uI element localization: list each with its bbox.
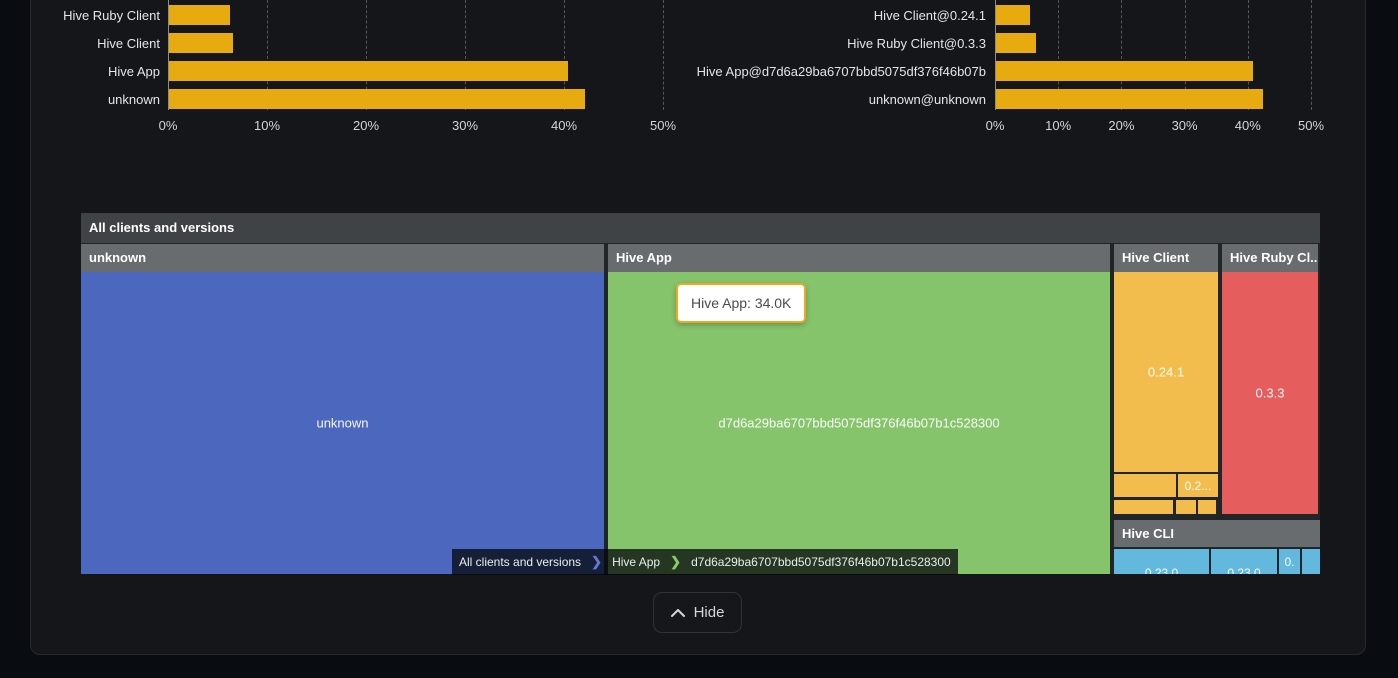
treemap-block-small[interactable] <box>1176 500 1196 514</box>
tooltip-text: Hive App: 34.0K <box>691 295 791 311</box>
breadcrumb-item[interactable]: Hive App <box>605 549 667 575</box>
treemap-block-small[interactable] <box>1302 549 1320 574</box>
treemap-block-0-2-label: 0.2... <box>1178 479 1218 493</box>
treemap-block-0-3-3[interactable]: 0.3.3 <box>1222 272 1318 514</box>
x-axis-tick-label: 40% <box>1235 118 1261 133</box>
category-label: unknown@unknown <box>700 89 986 109</box>
treemap-block-0-23-0[interactable]: 0.23.0 <box>1211 549 1277 574</box>
hide-button-label: Hide <box>694 604 725 621</box>
treemap-block-hive-app-version-label: d7d6a29ba6707bbd5075df376f46b07b1c528300 <box>608 416 1110 431</box>
treemap-section-header-hive-client[interactable]: Hive Client <box>1114 244 1218 272</box>
bar[interactable] <box>996 61 1253 81</box>
x-axis-tick-label: 30% <box>452 118 478 133</box>
treemap-section-header-hive-cli[interactable]: Hive CLI <box>1114 520 1320 547</box>
x-axis-tick-label: 50% <box>650 118 676 133</box>
treemap-block-0-23-0-label: 0.23.0 <box>1114 566 1209 574</box>
x-axis-tick-label: 20% <box>353 118 379 133</box>
treemap-block-unknown[interactable]: unknown <box>81 272 604 574</box>
x-axis-tick-label: 30% <box>1172 118 1198 133</box>
treemap-block-0-3-3-label: 0.3.3 <box>1222 386 1318 401</box>
x-axis-tick-label: 50% <box>1298 118 1324 133</box>
breadcrumb-item[interactable]: d7d6a29ba6707bbd5075df376f46b07b1c528300 <box>684 549 958 575</box>
treemap-block-0-24-1[interactable]: 0.24.1 <box>1114 272 1218 472</box>
category-label: Hive App@d7d6a29ba6707bbd5075df376f46b07… <box>700 61 986 81</box>
treemap-breadcrumb: All clients and versions❯Hive App❯d7d6a2… <box>452 549 958 575</box>
x-axis-tick-label: 20% <box>1108 118 1134 133</box>
treemap-section-header-unknown[interactable]: unknown <box>81 244 604 272</box>
treemap-section-header-hive-app-label: Hive App <box>608 244 1110 272</box>
treemap-section-header-hive-app[interactable]: Hive App <box>608 244 1110 272</box>
treemap-root-header-label: All clients and versions <box>81 213 1320 243</box>
grid-line <box>1311 0 1312 110</box>
treemap-block-small[interactable] <box>1198 500 1216 514</box>
hide-button[interactable]: Hide <box>653 592 742 633</box>
treemap-section-header-unknown-label: unknown <box>81 244 604 272</box>
bar[interactable] <box>169 61 568 81</box>
category-label: Hive Ruby Client@0.3.3 <box>700 33 986 53</box>
treemap-block-0-23-0-label: 0.23.0 <box>1211 566 1277 574</box>
treemap-block-0-2[interactable]: 0.2... <box>1178 474 1218 497</box>
breadcrumb-chevron-icon: ❯ <box>588 549 605 575</box>
category-label: Hive Client <box>36 33 160 53</box>
treemap-section-header-hive-ruby-client-label: Hive Ruby Cl... <box>1222 244 1318 272</box>
treemap-section-header-hive-ruby-client[interactable]: Hive Ruby Cl... <box>1222 244 1318 272</box>
treemap-block-small[interactable] <box>1114 474 1176 497</box>
breadcrumb-item[interactable]: All clients and versions <box>452 549 588 575</box>
treemap-section-header-hive-cli-label: Hive CLI <box>1114 520 1320 547</box>
dashboard-page: All clients and versionsunknownunknownHi… <box>0 0 1398 678</box>
grid-line <box>663 0 664 110</box>
bar[interactable] <box>996 33 1036 53</box>
category-label: Hive Client@0.24.1 <box>700 5 986 25</box>
bar[interactable] <box>169 5 230 25</box>
bar[interactable] <box>169 89 585 109</box>
x-axis-tick-label: 0% <box>986 118 1005 133</box>
category-label: unknown <box>36 89 160 109</box>
treemap-block-small[interactable] <box>1114 500 1173 514</box>
bar[interactable] <box>169 33 233 53</box>
treemap-block-0[interactable]: 0. <box>1279 549 1300 574</box>
treemap-block-0-24-1-label: 0.24.1 <box>1114 365 1218 380</box>
treemap-block-0-23-0[interactable]: 0.23.0 <box>1114 549 1209 574</box>
category-label: Hive Ruby Client <box>36 5 160 25</box>
x-axis-tick-label: 40% <box>551 118 577 133</box>
treemap-block-unknown-label: unknown <box>81 416 604 431</box>
x-axis-tick-label: 0% <box>159 118 178 133</box>
breadcrumb-chevron-icon: ❯ <box>667 549 684 575</box>
chevron-up-icon <box>671 609 685 617</box>
category-label: Hive App <box>36 61 160 81</box>
treemap-section-header-hive-client-label: Hive Client <box>1114 244 1218 272</box>
bar[interactable] <box>996 5 1030 25</box>
bar[interactable] <box>996 89 1263 109</box>
treemap-all-clients-and-versions: All clients and versionsunknownunknownHi… <box>81 213 1320 574</box>
x-axis-tick-label: 10% <box>254 118 280 133</box>
treemap-tooltip: Hive App: 34.0K <box>676 283 806 323</box>
x-axis-tick-label: 10% <box>1045 118 1071 133</box>
treemap-root-header[interactable]: All clients and versions <box>81 213 1320 243</box>
treemap-block-0-label: 0. <box>1279 555 1300 569</box>
